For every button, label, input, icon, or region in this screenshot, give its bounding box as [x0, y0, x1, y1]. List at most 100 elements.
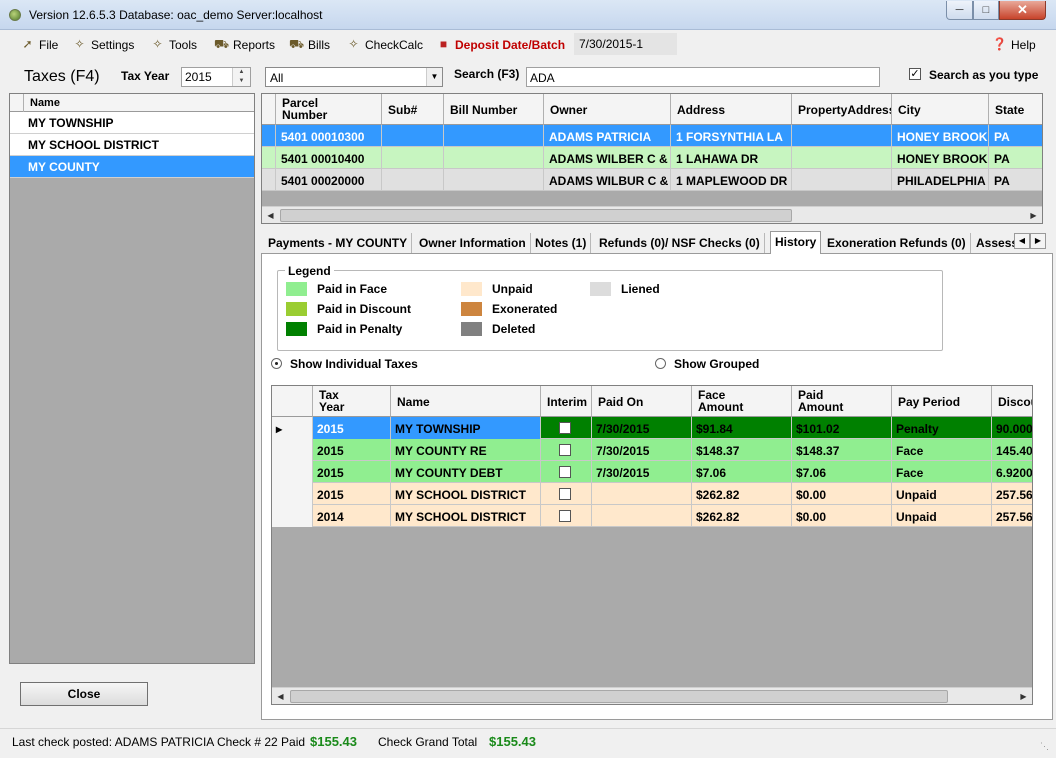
menu-help[interactable]: ❓ Help — [992, 36, 1036, 53]
list-header: Name — [10, 94, 254, 112]
maximize-button[interactable]: □ — [973, 1, 999, 20]
col-pay-period[interactable]: Pay Period — [892, 386, 992, 417]
col-address[interactable]: Address — [671, 94, 792, 125]
name-column-header[interactable]: Name — [30, 97, 60, 109]
tab-scroll-buttons: ◀ ▶ — [1014, 233, 1046, 249]
tab-exoneration-refunds[interactable]: Exoneration Refunds (0) — [823, 233, 971, 253]
scroll-left-icon[interactable]: ◀ — [272, 688, 289, 704]
scroll-right-icon[interactable]: ▶ — [1015, 688, 1032, 704]
col-face-amount[interactable]: Face Amount — [692, 386, 792, 417]
legend-label-discount: Paid in Discount — [317, 302, 412, 316]
district-row-county[interactable]: MY COUNTY — [10, 156, 254, 178]
history-horizontal-scrollbar[interactable]: ◀ ▶ — [272, 687, 1032, 704]
district-row-township[interactable]: MY TOWNSHIP — [10, 112, 254, 134]
table-row[interactable]: 2015 MY SCHOOL DISTRICT $262.82 $0.00 Un… — [272, 483, 1032, 505]
tax-year-label: Tax Year — [121, 69, 170, 83]
scroll-right-icon[interactable]: ▶ — [1025, 207, 1042, 223]
scroll-left-icon[interactable]: ◀ — [262, 207, 279, 223]
tab-strip: Payments - MY COUNTY Owner Information N… — [261, 231, 1047, 254]
legend-swatch-deleted — [461, 322, 482, 336]
menu-file[interactable]: ➚ File — [20, 36, 58, 53]
search-label: Search (F3) — [454, 67, 520, 81]
legend-label-unpaid: Unpaid — [492, 282, 533, 296]
table-row[interactable]: 5401 00020000 ADAMS WILBUR C & 1 MAPLEWO… — [262, 169, 1042, 191]
tax-year-spinner[interactable]: ▲ ▼ — [232, 68, 250, 86]
col-discount[interactable]: Discou — [992, 386, 1032, 417]
tax-district-list: Name MY TOWNSHIP MY SCHOOL DISTRICT MY C… — [9, 93, 255, 664]
legend-swatch-face — [286, 282, 307, 296]
legend-swatch-liened — [590, 282, 611, 296]
menu-reports[interactable]: ⛟ Reports — [214, 36, 275, 53]
tab-scroll-right-icon[interactable]: ▶ — [1030, 233, 1046, 249]
menu-bills[interactable]: ⛟ Bills — [289, 36, 330, 53]
show-grouped-radio[interactable] — [655, 358, 666, 369]
car-icon: ⛟ — [289, 37, 305, 51]
menu-tools[interactable]: ✧ Tools — [150, 36, 197, 53]
col-parcel-number[interactable]: Parcel Number — [276, 94, 382, 125]
interim-checkbox[interactable] — [559, 488, 571, 500]
table-row[interactable]: 2014 MY SCHOOL DISTRICT $262.82 $0.00 Un… — [272, 505, 1032, 527]
col-paid-amount[interactable]: Paid Amount — [792, 386, 892, 417]
menu-settings[interactable]: ✧ Settings — [72, 36, 134, 53]
close-window-button[interactable]: ✕ — [999, 1, 1046, 20]
interim-checkbox[interactable] — [559, 444, 571, 456]
close-button[interactable]: Close — [20, 682, 148, 706]
interim-checkbox[interactable] — [559, 466, 571, 478]
district-row-school[interactable]: MY SCHOOL DISTRICT — [10, 134, 254, 156]
col-tax-year[interactable]: Tax Year — [313, 386, 391, 417]
col-property-address[interactable]: PropertyAddress — [792, 94, 892, 125]
menu-bar: ➚ File ✧ Settings ✧ Tools ⛟ Reports ⛟ Bills ✧… — [0, 30, 1056, 58]
minimize-button[interactable]: ─ — [946, 1, 973, 20]
show-individual-label[interactable]: Show Individual Taxes — [290, 357, 418, 371]
resize-grip-icon[interactable]: ⋱ — [1040, 741, 1052, 753]
col-name[interactable]: Name — [391, 386, 541, 417]
taxes-title: Taxes (F4) — [24, 68, 100, 85]
table-row[interactable]: ▸ 2015 MY TOWNSHIP 7/30/2015 $91.84 $101… — [272, 417, 1032, 439]
wand-icon: ✧ — [152, 37, 163, 51]
table-row[interactable]: 2015 MY COUNTY RE 7/30/2015 $148.37 $148… — [272, 439, 1032, 461]
menu-deposit[interactable]: ■ Deposit Date/Batch — [436, 36, 565, 53]
last-check-amount: $155.43 — [310, 734, 357, 749]
scrollbar-thumb[interactable] — [290, 690, 948, 703]
tab-owner-information[interactable]: Owner Information — [415, 233, 531, 253]
col-sub[interactable]: Sub# — [382, 94, 444, 125]
search-as-you-type-checkbox[interactable]: ✓ — [909, 68, 921, 80]
show-grouped-label[interactable]: Show Grouped — [674, 357, 759, 371]
col-city[interactable]: City — [892, 94, 989, 125]
legend-label-exonerated: Exonerated — [492, 302, 558, 316]
tab-history[interactable]: History — [770, 231, 822, 254]
grand-total-amount: $155.43 — [489, 734, 536, 749]
table-row[interactable]: 2015 MY COUNTY DEBT 7/30/2015 $7.06 $7.0… — [272, 461, 1032, 483]
title-bar: Version 12.6.5.3 Database: oac_demo Serv… — [0, 0, 1056, 30]
col-bill-number[interactable]: Bill Number — [444, 94, 544, 125]
app-icon — [9, 9, 21, 21]
legend-label-penalty: Paid in Penalty — [317, 322, 403, 336]
search-input[interactable]: ADA — [526, 67, 880, 87]
legend-swatch-penalty — [286, 322, 307, 336]
tab-notes[interactable]: Notes (1) — [531, 233, 592, 253]
tab-refunds[interactable]: Refunds (0)/ NSF Checks (0) — [595, 233, 765, 253]
row-pointer-icon: ▸ — [272, 417, 313, 439]
search-as-you-type-label: Search as you type — [929, 68, 1039, 82]
parcel-horizontal-scrollbar[interactable]: ◀ ▶ — [262, 206, 1042, 223]
interim-checkbox[interactable] — [559, 422, 571, 434]
file-icon: ➚ — [22, 37, 33, 51]
col-state[interactable]: State — [989, 94, 1042, 125]
tab-payments[interactable]: Payments - MY COUNTY — [264, 233, 413, 253]
window-title: Version 12.6.5.3 Database: oac_demo Serv… — [29, 8, 323, 22]
menu-checkcalc[interactable]: ✧ CheckCalc — [346, 36, 423, 53]
chevron-down-icon[interactable]: ▼ — [426, 68, 442, 86]
col-paid-on[interactable]: Paid On — [592, 386, 692, 417]
legend-title: Legend — [285, 264, 334, 278]
filter-dropdown[interactable]: All — [265, 67, 443, 87]
col-interim[interactable]: Interim — [541, 386, 592, 417]
table-row[interactable]: 5401 00010300 ADAMS PATRICIA 1 FORSYNTHI… — [262, 125, 1042, 147]
last-check-text: Last check posted: ADAMS PATRICIA Check … — [12, 735, 306, 749]
show-individual-radio[interactable] — [271, 358, 282, 369]
scrollbar-thumb[interactable] — [280, 209, 792, 222]
tab-scroll-left-icon[interactable]: ◀ — [1014, 233, 1030, 249]
history-grid: Tax Year Name Interim Paid On Face Amount … — [271, 385, 1033, 705]
col-owner[interactable]: Owner — [544, 94, 671, 125]
table-row[interactable]: 5401 00010400 ADAMS WILBER C & 1 LAHAWA … — [262, 147, 1042, 169]
interim-checkbox[interactable] — [559, 510, 571, 522]
